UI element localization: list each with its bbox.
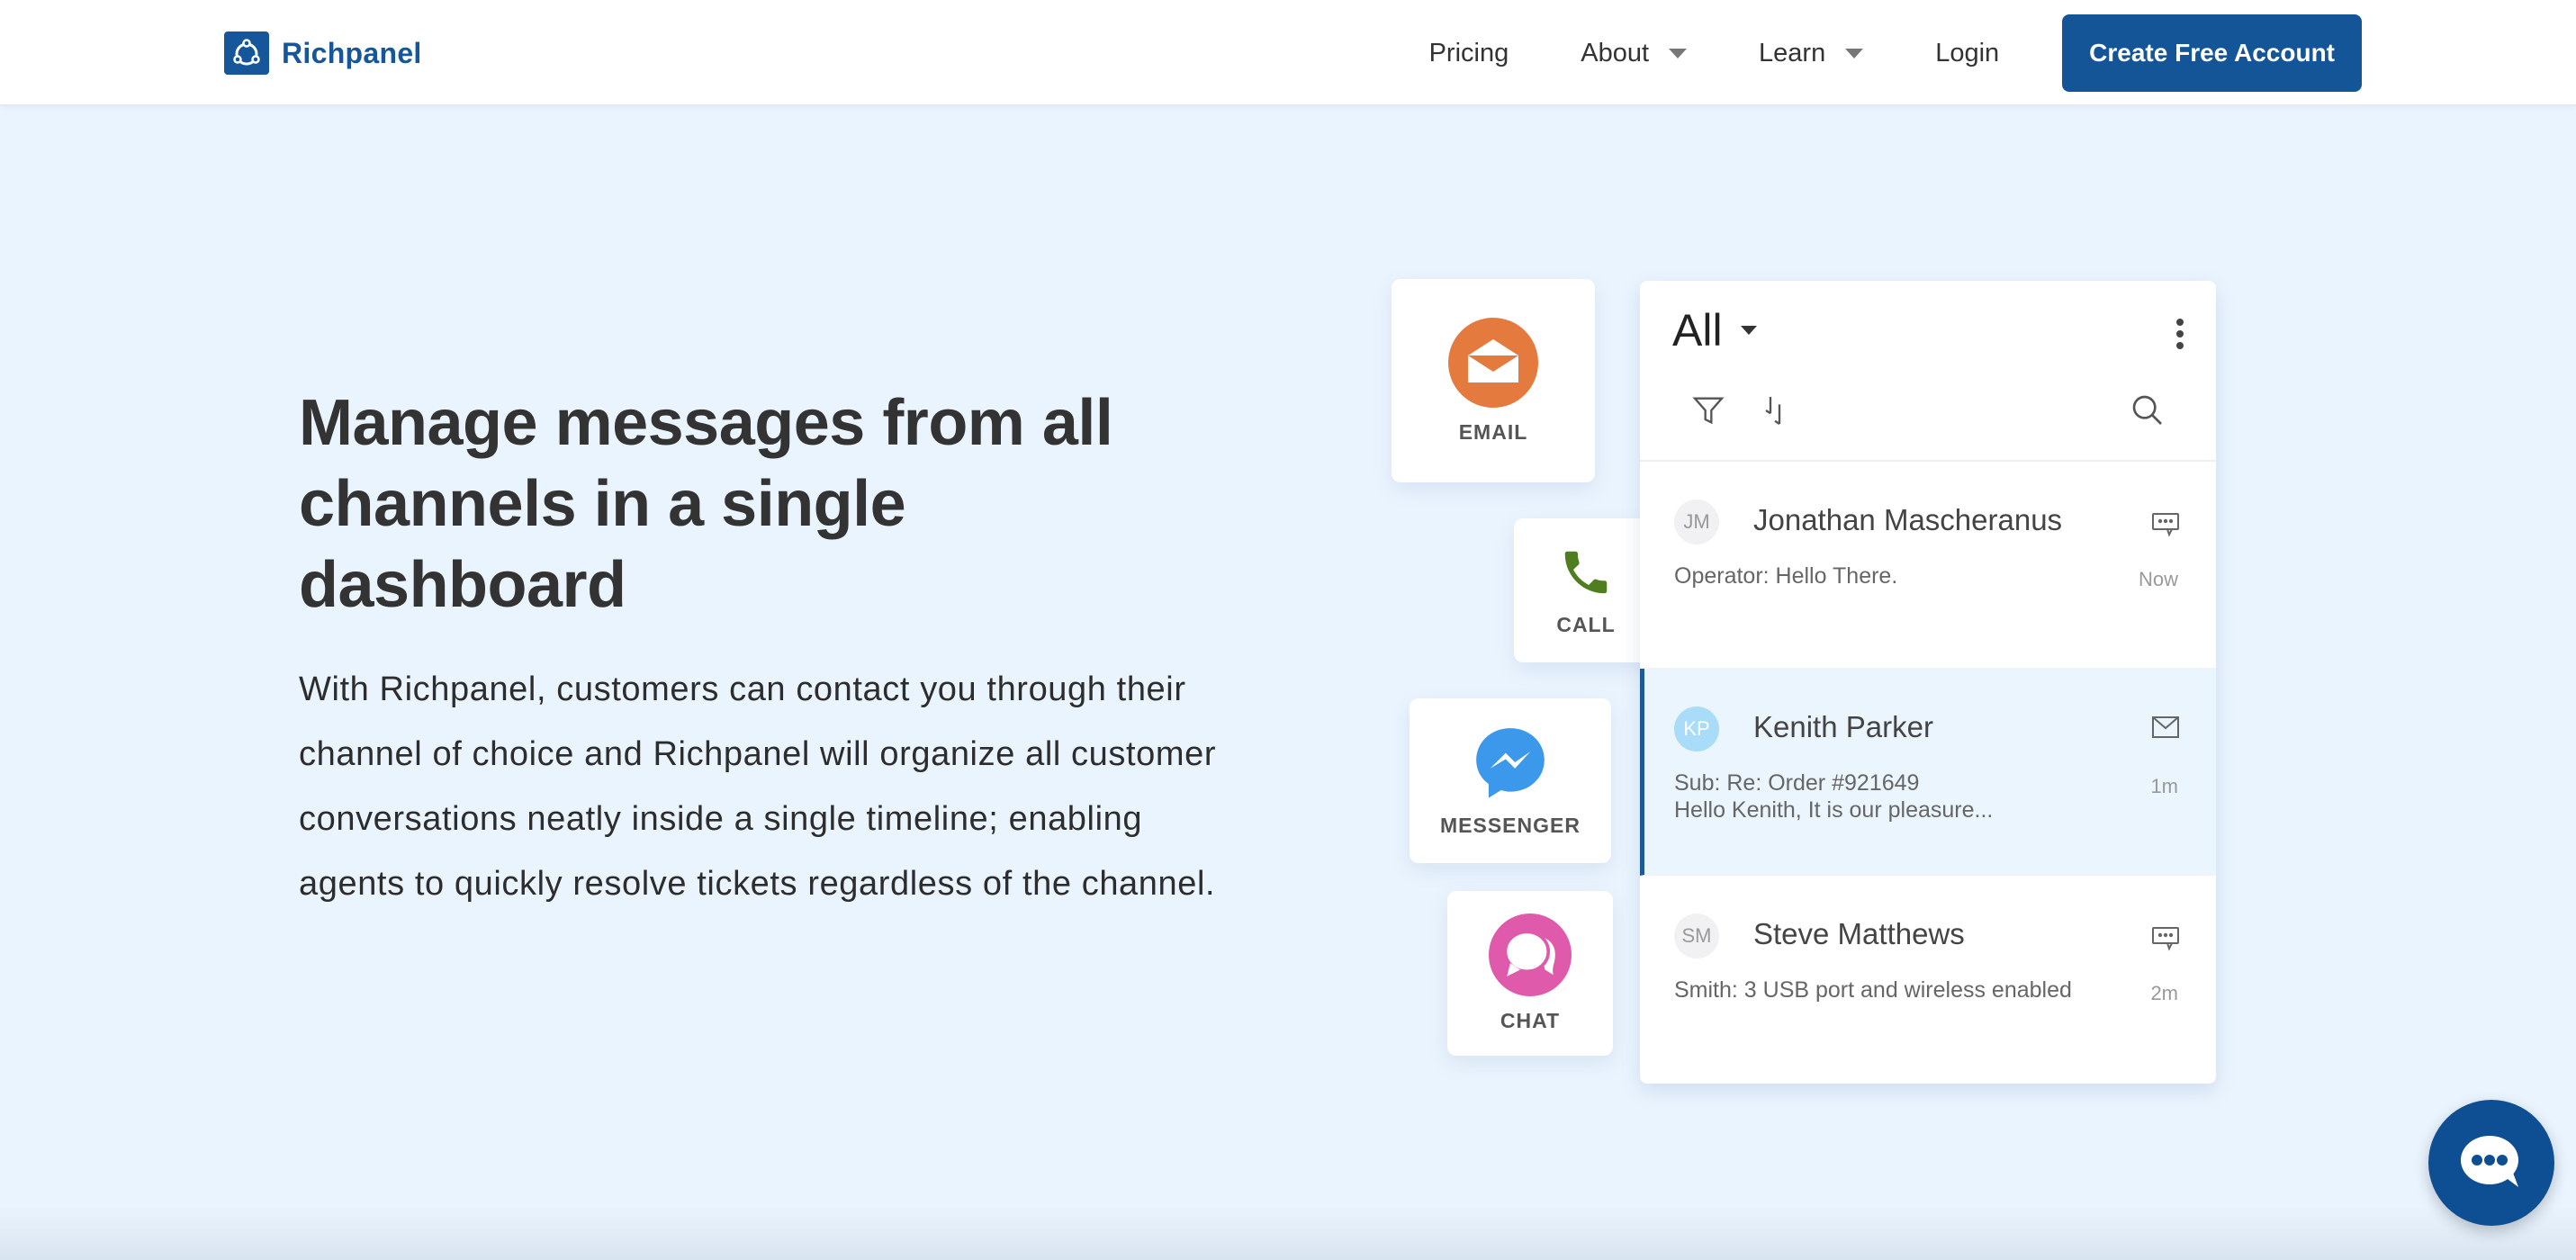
section-divider [0,1206,2576,1260]
message-time: 1m [2150,775,2178,797]
message-time: Now [2138,568,2178,590]
avatar: KP [1674,706,1719,752]
logo[interactable]: Richpanel [224,32,422,75]
more-options-icon[interactable] [2175,319,2185,355]
nav-login-label: Login [1935,38,2000,68]
chat-icon [2151,926,2180,956]
channel-card-email: EMAIL [1392,279,1595,482]
channel-label: CALL [1556,612,1616,636]
nav-pricing-label: Pricing [1428,38,1509,68]
main-nav: Pricing About Learn Login Create Free Ac… [1429,14,2362,92]
message-preview: Sub: Re: Order #921649 Hello Kenith, It … [1674,770,2097,824]
nav-learn[interactable]: Learn [1759,38,1864,68]
envelope-icon [2151,716,2180,743]
email-icon [1448,317,1538,408]
inbox-view-label: All [1672,305,1723,356]
create-free-account-button[interactable]: Create Free Account [2062,14,2362,92]
chat-icon [2151,512,2180,542]
nav-login[interactable]: Login [1935,39,1999,68]
site-header: Richpanel Pricing About Learn Login Crea… [0,0,2576,106]
caret-down-icon [1740,326,1757,335]
nav-learn-label: Learn [1759,38,1826,68]
inbox-view-dropdown[interactable]: All [1672,304,1757,356]
message-time: 2m [2150,982,2178,1004]
message-subject: Sub: Re: Order #921649 [1674,770,1920,796]
channel-label: CHAT [1500,1009,1561,1032]
channel-label: EMAIL [1458,419,1528,444]
caret-down-icon [1669,48,1688,58]
caret-down-icon [1845,48,1864,58]
conversation-item[interactable]: JM Jonathan Mascheranus Operator: Hello … [1640,462,2216,669]
live-chat-button[interactable] [2428,1100,2554,1226]
message-preview: Smith: 3 USB port and wireless enabled [1674,977,2072,1003]
chat-bubble-icon [2461,1136,2518,1187]
inbox-header: All [1640,281,2216,462]
sort-icon[interactable] [1757,392,1793,433]
channel-label: MESSENGER [1440,814,1581,837]
channel-card-call: CALL [1514,518,1658,662]
nav-pricing[interactable]: Pricing [1429,39,1509,68]
contact-name: Kenith Parker [1753,710,1933,743]
inbox-panel: All JM Jonathan Mascheranus Operator: He… [1640,281,2216,1084]
nav-about[interactable]: About [1581,38,1688,68]
phone-icon [1564,551,1608,593]
contact-name: Jonathan Mascheranus [1753,503,2063,536]
avatar: JM [1674,500,1719,544]
conversation-item[interactable]: KP Kenith Parker Sub: Re: Order #921649 … [1640,669,2216,876]
hero-description: With Richpanel, customers can contact yo… [299,670,1217,903]
nav-about-label: About [1581,38,1650,68]
messenger-icon [1476,728,1545,798]
filter-icon[interactable] [1690,392,1726,433]
brand-name: Richpanel [282,36,422,69]
chat-bubbles-icon [1489,914,1572,996]
channel-card-messenger: MESSENGER [1410,698,1611,863]
conversation-item[interactable]: SM Steve Matthews Smith: 3 USB port and … [1640,876,2216,1083]
hero-title: Manage messages from all channels in a s… [299,387,1113,621]
search-icon[interactable] [2130,392,2166,433]
richpanel-logo-icon [224,32,269,75]
message-preview: Operator: Hello There. [1674,563,1898,589]
message-snippet: Hello Kenith, It is our pleasure... [1674,797,1994,823]
contact-name: Steve Matthews [1753,917,1965,950]
avatar: SM [1674,914,1719,958]
channel-card-chat: CHAT [1447,891,1613,1056]
